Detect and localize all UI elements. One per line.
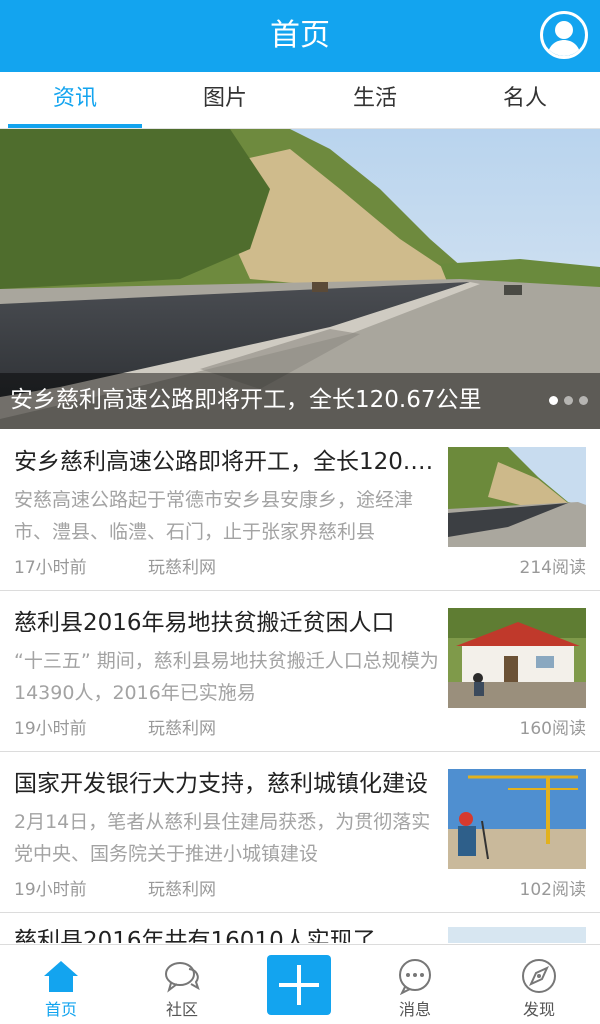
tab-life[interactable]: 生活 (300, 72, 450, 128)
nav-messages[interactable]: 消息 (370, 945, 460, 1024)
bottom-navigation: 首页 社区 消息 发现 (0, 944, 600, 1024)
news-title: 慈利县2016年共有16010人实现了 (14, 928, 376, 943)
news-summary: 2月14日，笔者从慈利县住建局获悉，为贯彻落实党中央、国务院关于推进小城镇建设 (14, 811, 431, 865)
news-list: 安乡慈利高速公路即将开工，全长120.67公里 安慈高速公路起于常德市安乡县安康… (0, 430, 600, 943)
message-icon (399, 959, 431, 995)
news-read-count: 214阅读 (519, 558, 586, 578)
carousel-dot[interactable] (549, 396, 558, 405)
news-summary: “十三五” 期间，慈利县易地扶贫搬迁人口总规模为14390人，2016年已实施易 (14, 650, 439, 704)
carousel-indicator (549, 396, 588, 405)
news-title: 安乡慈利高速公路即将开工，全长120.67公里 (14, 449, 439, 475)
news-item-partial[interactable]: 慈利县2016年共有16010人实现了 (0, 913, 600, 943)
carousel-dot[interactable] (579, 396, 588, 405)
news-source: 玩慈利网 (148, 558, 216, 578)
news-summary: 安慈高速公路起于常德市安乡县安康乡，途经津市、澧县、临澧、石门，止于张家界慈利县 (14, 489, 414, 543)
banner-caption-bar: 安乡慈利高速公路即将开工，全长120.67公里 (0, 373, 600, 429)
tab-celebrities[interactable]: 名人 (450, 72, 600, 128)
nav-community-label: 社区 (165, 1000, 198, 1019)
news-read-count: 160阅读 (519, 719, 586, 739)
news-read-count: 102阅读 (519, 880, 586, 900)
tab-pictures[interactable]: 图片 (150, 72, 300, 128)
news-source: 玩慈利网 (148, 880, 216, 900)
news-thumbnail (448, 608, 586, 708)
banner-caption: 安乡慈利高速公路即将开工，全长120.67公里 (10, 387, 482, 413)
news-time: 19小时前 (14, 880, 87, 900)
compass-icon (522, 959, 556, 993)
carousel-dot[interactable] (564, 396, 573, 405)
user-avatar-icon[interactable] (540, 11, 588, 59)
news-time: 17小时前 (14, 558, 87, 578)
plus-icon (279, 965, 319, 1005)
post-button[interactable] (267, 955, 331, 1015)
news-thumbnail (448, 447, 586, 547)
home-icon (44, 961, 78, 992)
category-tabs: 资讯 图片 生活 名人 (0, 72, 600, 129)
page-title: 首页 (270, 18, 330, 53)
news-time: 19小时前 (14, 719, 87, 739)
news-item[interactable]: 慈利县2016年易地扶贫搬迁贫困人口 “十三五” 期间，慈利县易地扶贫搬迁人口总… (0, 591, 600, 752)
news-title: 国家开发银行大力支持，慈利城镇化建设 (14, 771, 428, 797)
news-item[interactable]: 国家开发银行大力支持，慈利城镇化建设 2月14日，笔者从慈利县住建局获悉，为贯彻… (0, 752, 600, 913)
news-title: 慈利县2016年易地扶贫搬迁贫困人口 (14, 610, 395, 636)
banner-carousel[interactable]: 安乡慈利高速公路即将开工，全长120.67公里 (0, 129, 600, 429)
news-source: 玩慈利网 (148, 719, 216, 739)
nav-discover[interactable]: 发现 (494, 945, 584, 1024)
nav-messages-label: 消息 (398, 1000, 431, 1019)
nav-home[interactable]: 首页 (16, 945, 106, 1024)
chat-bubbles-icon (165, 962, 200, 993)
news-thumbnail (448, 927, 586, 943)
nav-community[interactable]: 社区 (137, 945, 227, 1024)
news-thumbnail (448, 769, 586, 869)
news-item[interactable]: 安乡慈利高速公路即将开工，全长120.67公里 安慈高速公路起于常德市安乡县安康… (0, 430, 600, 591)
tab-news[interactable]: 资讯 (0, 72, 150, 128)
nav-home-label: 首页 (44, 1000, 77, 1019)
nav-discover-label: 发现 (522, 1000, 555, 1019)
app-header: 首页 (0, 0, 600, 72)
